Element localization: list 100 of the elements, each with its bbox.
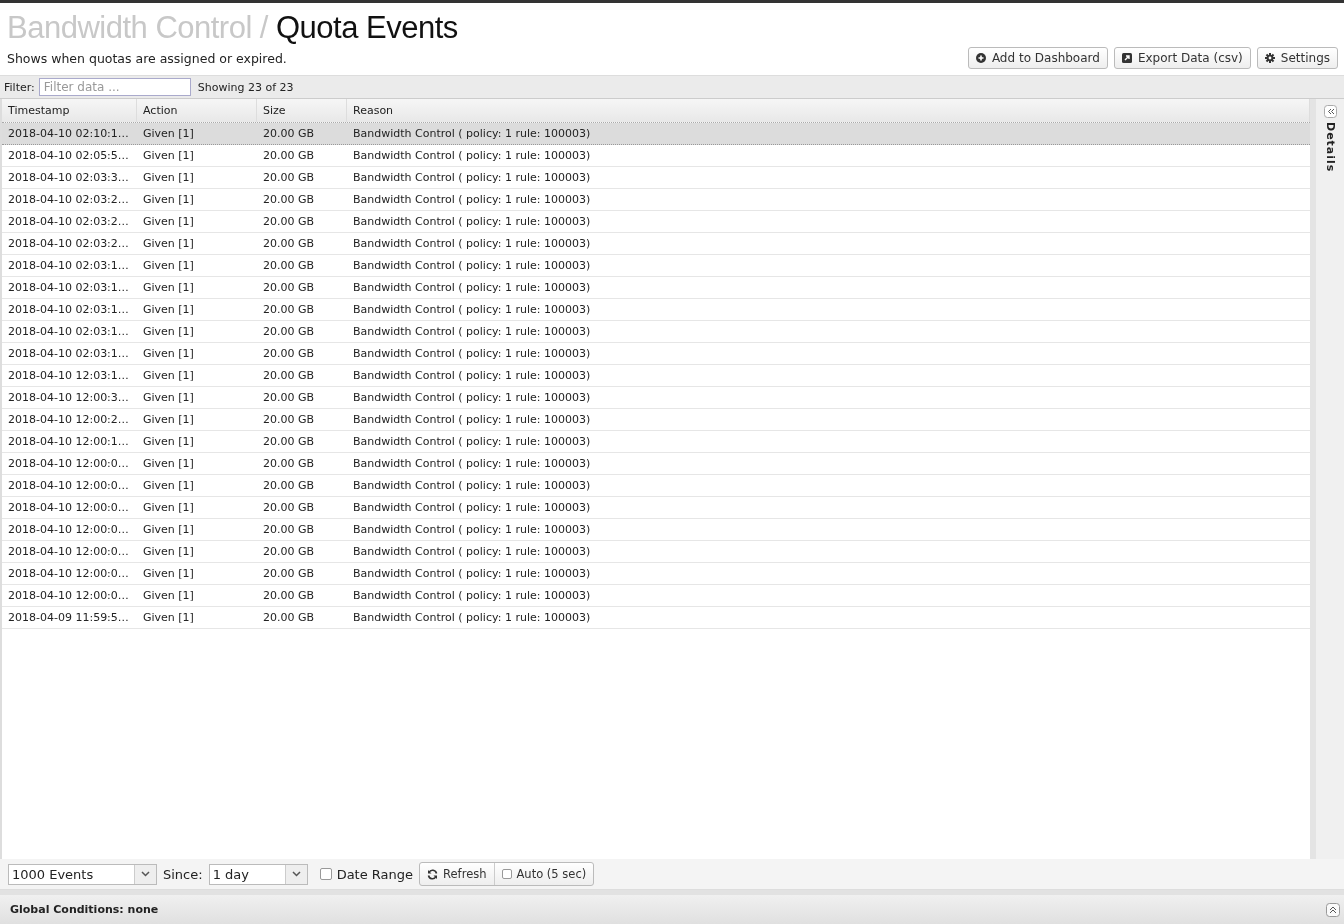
column-header[interactable]: Size: [257, 99, 347, 122]
table-cell-text: 2018-04-10 02:03:1…: [7, 324, 130, 340]
table-row[interactable]: 2018-04-10 02:10:1… Given [1] 20.00 GB Bandwidth Control ( policy: 1 rule: 100003): [2, 123, 1310, 145]
table-cell-text: 2018-04-10 02:03:2…: [7, 192, 130, 208]
date-range-label: Date Range: [336, 866, 414, 882]
breadcrumb-separator: /: [259, 9, 268, 47]
table-cell-text: Given [1]: [142, 280, 195, 296]
table-row[interactable]: 2018-04-10 12:00:1… Given [1] 20.00 GB Bandwidth Control ( policy: 1 rule: 100003): [2, 431, 1310, 453]
settings-button[interactable]: Settings: [1256, 47, 1338, 69]
table-row[interactable]: 2018-04-10 02:03:1… Given [1] 20.00 GB Bandwidth Control ( policy: 1 rule: 100003): [2, 299, 1310, 321]
table-cell-text: 20.00 GB: [262, 412, 316, 428]
table-cell-text: 2018-04-10 02:05:5…: [7, 148, 130, 164]
table-cell-text: Bandwidth Control ( policy: 1 rule: 100003): [352, 170, 592, 186]
table-row[interactable]: 2018-04-10 12:00:0… Given [1] 20.00 GB Bandwidth Control ( policy: 1 rule: 100003): [2, 563, 1310, 585]
table-cell-text: 2018-04-10 12:00:0…: [7, 478, 130, 494]
filter-label: Filter:: [4, 80, 35, 94]
table-cell-text: Bandwidth Control ( policy: 1 rule: 100003): [352, 544, 592, 560]
table-cell-text: 20.00 GB: [262, 192, 316, 208]
table-row[interactable]: 2018-04-10 12:00:0… Given [1] 20.00 GB Bandwidth Control ( policy: 1 rule: 100003): [2, 497, 1310, 519]
table-cell-text: 2018-04-10 02:03:2…: [7, 236, 130, 252]
table-cell-text: 2018-04-10 02:03:3…: [7, 170, 130, 186]
auto-refresh-toggle[interactable]: Auto (5 sec): [493, 863, 594, 885]
table-cell-text: Bandwidth Control ( policy: 1 rule: 100003): [352, 456, 592, 472]
table-row[interactable]: 2018-04-10 12:00:2… Given [1] 20.00 GB Bandwidth Control ( policy: 1 rule: 100003): [2, 409, 1310, 431]
column-header[interactable]: Reason: [347, 99, 1310, 122]
table-row[interactable]: 2018-04-10 02:03:2… Given [1] 20.00 GB Bandwidth Control ( policy: 1 rule: 100003): [2, 233, 1310, 255]
refresh-button[interactable]: Refresh: [420, 863, 494, 885]
table-cell-text: Given [1]: [142, 214, 195, 230]
table-row[interactable]: 2018-04-10 12:00:0… Given [1] 20.00 GB Bandwidth Control ( policy: 1 rule: 100003): [2, 519, 1310, 541]
table-cell-text: 2018-04-10 12:00:3…: [7, 390, 130, 406]
table-cell-text: 20.00 GB: [262, 126, 316, 142]
table-cell-text: Bandwidth Control ( policy: 1 rule: 100003): [352, 500, 592, 516]
column-header[interactable]: Action: [137, 99, 257, 122]
table-cell-text: 2018-04-10 12:00:0…: [7, 544, 130, 560]
table-cell-text: 20.00 GB: [262, 236, 316, 252]
refresh-icon: [427, 868, 439, 880]
collapse-left-icon[interactable]: [1323, 105, 1337, 118]
table-cell-text: 20.00 GB: [262, 610, 316, 626]
table-row[interactable]: 2018-04-10 12:00:0… Given [1] 20.00 GB Bandwidth Control ( policy: 1 rule: 100003): [2, 453, 1310, 475]
table-cell-text: Bandwidth Control ( policy: 1 rule: 100003): [352, 236, 592, 252]
table-row[interactable]: 2018-04-10 02:03:3… Given [1] 20.00 GB Bandwidth Control ( policy: 1 rule: 100003): [2, 167, 1310, 189]
since-dropdown[interactable]: 1 day: [208, 863, 308, 885]
table-cell-text: Given [1]: [142, 500, 195, 516]
table-cell-text: 20.00 GB: [262, 456, 316, 472]
table-row[interactable]: 2018-04-10 12:03:1… Given [1] 20.00 GB Bandwidth Control ( policy: 1 rule: 100003): [2, 365, 1310, 387]
table-cell-text: 20.00 GB: [262, 302, 316, 318]
table-row[interactable]: 2018-04-10 02:05:5… Given [1] 20.00 GB Bandwidth Control ( policy: 1 rule: 100003): [2, 145, 1310, 167]
table-row[interactable]: 2018-04-10 12:00:0… Given [1] 20.00 GB Bandwidth Control ( policy: 1 rule: 100003): [2, 585, 1310, 607]
export-button[interactable]: Export Data (csv): [1113, 47, 1251, 69]
table-cell-text: 2018-04-10 12:00:0…: [7, 522, 130, 538]
table-cell-text: 20.00 GB: [262, 522, 316, 538]
table-cell-text: Given [1]: [142, 610, 195, 626]
table-row[interactable]: 2018-04-10 12:00:0… Given [1] 20.00 GB Bandwidth Control ( policy: 1 rule: 100003): [2, 475, 1310, 497]
table-cell-text: 20.00 GB: [262, 148, 316, 164]
table-cell-text: Given [1]: [142, 544, 195, 560]
table-row[interactable]: 2018-04-10 02:03:1… Given [1] 20.00 GB Bandwidth Control ( policy: 1 rule: 100003): [2, 277, 1310, 299]
since-label: Since:: [163, 866, 203, 882]
table-row[interactable]: 2018-04-10 12:00:3… Given [1] 20.00 GB Bandwidth Control ( policy: 1 rule: 100003): [2, 387, 1310, 409]
table-cell-text: Bandwidth Control ( policy: 1 rule: 100003): [352, 192, 592, 208]
table-cell-text: 2018-04-10 12:00:0…: [7, 500, 130, 516]
table-cell-text: 2018-04-10 02:10:1…: [7, 126, 130, 142]
add-to-dashboard-button[interactable]: Add to Dashboard: [967, 47, 1108, 69]
table-cell-text: Bandwidth Control ( policy: 1 rule: 100003): [352, 280, 592, 296]
table-cell-text: Bandwidth Control ( policy: 1 rule: 100003): [352, 346, 592, 362]
table-cell-text: Given [1]: [142, 456, 195, 472]
table-cell-text: 20.00 GB: [262, 566, 316, 582]
table-cell-text: 2018-04-10 12:00:0…: [7, 566, 130, 582]
table-cell-text: 20.00 GB: [262, 214, 316, 230]
checkbox[interactable]: [501, 869, 512, 879]
expand-up-icon[interactable]: [1326, 902, 1340, 917]
table-cell-text: 20.00 GB: [262, 544, 316, 560]
table-row[interactable]: 2018-04-09 11:59:5… Given [1] 20.00 GB Bandwidth Control ( policy: 1 rule: 100003): [2, 607, 1310, 629]
table-cell-text: Given [1]: [142, 346, 195, 362]
filter-input[interactable]: Filter data ...: [38, 78, 191, 96]
table-row[interactable]: 2018-04-10 02:03:1… Given [1] 20.00 GB Bandwidth Control ( policy: 1 rule: 100003): [2, 343, 1310, 365]
caret-icon: [291, 871, 301, 877]
checkbox[interactable]: [319, 868, 332, 880]
details-panel-tab[interactable]: Details: [1323, 122, 1337, 173]
table-row[interactable]: 2018-04-10 02:03:2… Given [1] 20.00 GB Bandwidth Control ( policy: 1 rule: 100003): [2, 211, 1310, 233]
column-header[interactable]: Timestamp: [2, 99, 137, 122]
table-cell-text: Bandwidth Control ( policy: 1 rule: 100003): [352, 566, 592, 582]
table-cell-text: 20.00 GB: [262, 500, 316, 516]
table-cell-text: Given [1]: [142, 324, 195, 340]
external-link-icon: [1121, 53, 1132, 63]
table-cell-text: 20.00 GB: [262, 324, 316, 340]
event-limit-dropdown[interactable]: 1000 Events: [8, 863, 157, 885]
table-cell-text: 2018-04-10 12:00:2…: [7, 412, 130, 428]
table-cell-text: Bandwidth Control ( policy: 1 rule: 100003): [352, 368, 592, 384]
table-row[interactable]: 2018-04-10 02:03:1… Given [1] 20.00 GB Bandwidth Control ( policy: 1 rule: 100003): [2, 255, 1310, 277]
table-row[interactable]: 2018-04-10 02:03:1… Given [1] 20.00 GB Bandwidth Control ( policy: 1 rule: 100003): [2, 321, 1310, 343]
table-cell-text: Given [1]: [142, 588, 195, 604]
table-cell-text: 20.00 GB: [262, 588, 316, 604]
table-cell-text: Given [1]: [142, 148, 195, 164]
table-cell-text: 2018-04-10 02:03:1…: [7, 346, 130, 362]
table-cell-text: Given [1]: [142, 126, 195, 142]
table-row[interactable]: 2018-04-10 12:00:0… Given [1] 20.00 GB Bandwidth Control ( policy: 1 rule: 100003): [2, 541, 1310, 563]
table-cell-text: 20.00 GB: [262, 170, 316, 186]
table-cell-text: 20.00 GB: [262, 280, 316, 296]
table-row[interactable]: 2018-04-10 02:03:2… Given [1] 20.00 GB Bandwidth Control ( policy: 1 rule: 100003): [2, 189, 1310, 211]
global-conditions-label: Global Conditions: none: [10, 903, 159, 916]
